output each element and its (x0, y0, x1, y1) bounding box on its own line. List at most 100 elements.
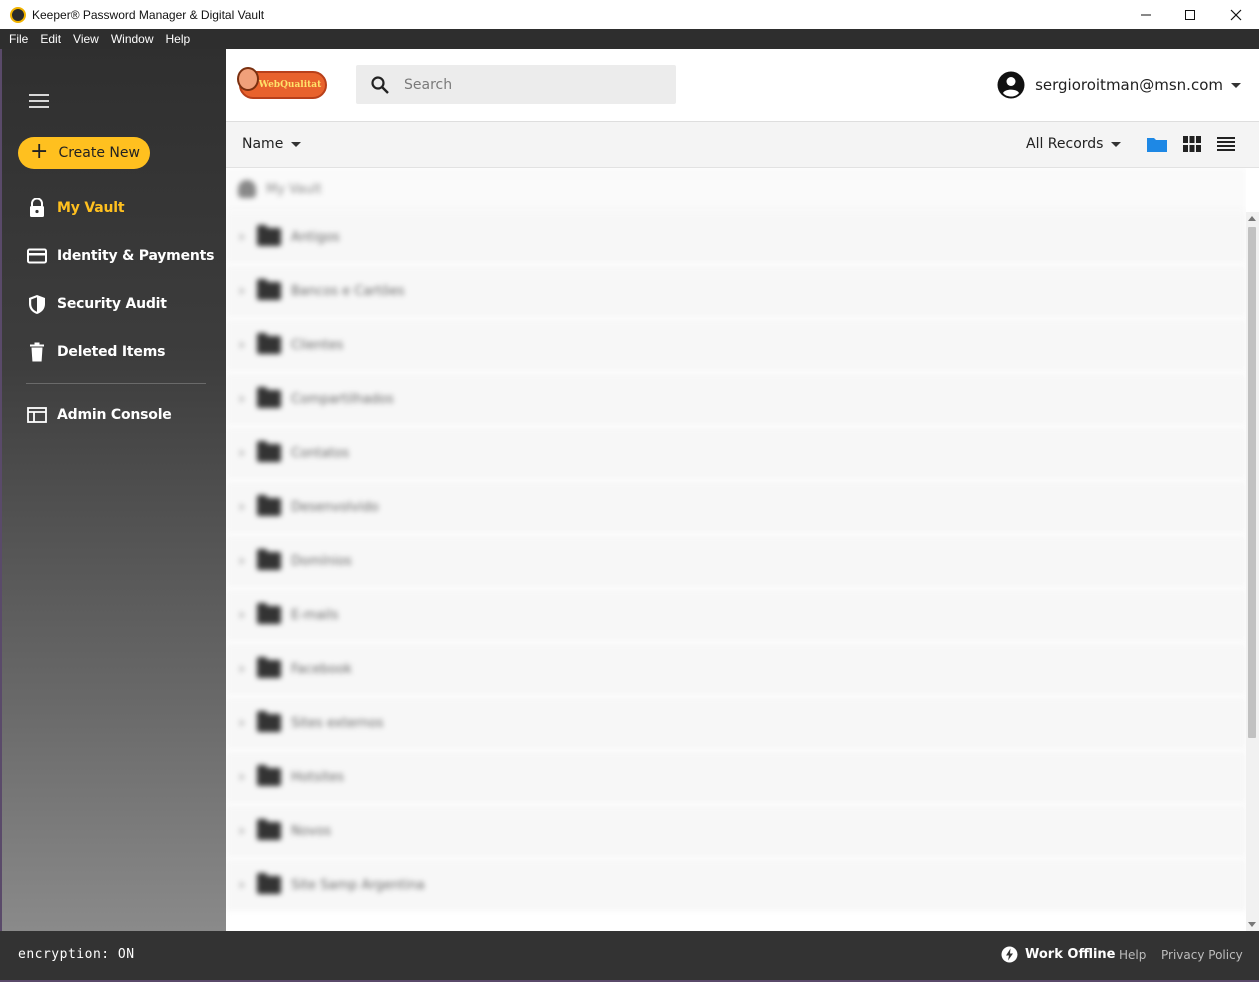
sidebar-item-identity-payments[interactable]: Identity & Payments (26, 243, 214, 269)
work-offline-button[interactable]: Work Offline (1001, 946, 1115, 963)
folder-row[interactable]: Bancos e Cartões (226, 265, 1246, 319)
search-box (356, 65, 676, 104)
expand-arrow-icon[interactable] (240, 719, 245, 727)
folder-name: Compartilhados (291, 391, 394, 407)
shield-icon (26, 293, 48, 315)
expand-arrow-icon[interactable] (240, 503, 245, 511)
maximize-button[interactable] (1167, 0, 1213, 29)
folder-row[interactable]: Hotsites (226, 751, 1246, 805)
expand-arrow-icon[interactable] (240, 287, 245, 295)
console-icon (26, 404, 48, 426)
footer-help-link[interactable]: Help (1119, 948, 1146, 962)
folder-row[interactable]: E-mails (226, 589, 1246, 643)
sidebar-item-deleted-items[interactable]: Deleted Items (26, 339, 165, 365)
folder-view-button[interactable] (1146, 134, 1168, 154)
folder-name: Bancos e Cartões (291, 283, 405, 299)
list-view-button[interactable] (1215, 134, 1237, 154)
sidebar: + Create New My Vault Identity & Payment… (0, 49, 226, 931)
scroll-down-icon[interactable] (1248, 922, 1256, 927)
vault-root-row[interactable]: My Vault (226, 168, 1246, 211)
expand-arrow-icon[interactable] (240, 665, 245, 673)
create-new-label: Create New (58, 145, 140, 161)
folder-icon (257, 549, 281, 570)
hamburger-menu-icon[interactable] (29, 94, 49, 108)
scroll-up-icon[interactable] (1248, 216, 1256, 221)
sidebar-item-my-vault[interactable]: My Vault (26, 195, 125, 221)
folder-row[interactable]: Compartilhados (226, 373, 1246, 427)
folder-row[interactable]: Clientes (226, 319, 1246, 373)
folder-row[interactable]: Desenvolvido (226, 481, 1246, 535)
close-button[interactable] (1213, 0, 1259, 29)
folder-name: Antigos (291, 229, 340, 245)
folder-name: Domínios (291, 553, 352, 569)
expand-arrow-icon[interactable] (240, 881, 245, 889)
folder-icon (257, 333, 281, 354)
folder-row[interactable]: Domínios (226, 535, 1246, 589)
folder-row[interactable]: Antigos (226, 211, 1246, 265)
expand-arrow-icon[interactable] (240, 773, 245, 781)
sidebar-item-security-audit[interactable]: Security Audit (26, 291, 167, 317)
grid-view-button[interactable] (1181, 134, 1203, 154)
search-input[interactable] (404, 76, 644, 93)
folder-name: Clientes (291, 337, 344, 353)
logo-mascot-icon (237, 67, 259, 91)
list-view-icon (1217, 137, 1235, 151)
menu-edit[interactable]: Edit (34, 32, 67, 46)
scrollbar-thumb[interactable] (1248, 227, 1256, 738)
account-menu[interactable]: sergioroitman@msn.com (997, 71, 1241, 99)
sidebar-item-label: My Vault (57, 200, 125, 216)
folder-icon (257, 279, 281, 300)
menu-file[interactable]: File (3, 32, 34, 46)
footer: encryption: ON Work Offline Help Privacy… (0, 931, 1259, 982)
expand-arrow-icon[interactable] (240, 395, 245, 403)
folder-icon (257, 657, 281, 678)
folder-row[interactable]: Novos (226, 805, 1246, 859)
sort-dropdown[interactable]: Name (242, 136, 302, 152)
create-new-button[interactable]: + Create New (18, 137, 150, 169)
credit-card-icon (26, 245, 48, 267)
minimize-button[interactable] (1123, 0, 1169, 29)
expand-arrow-icon[interactable] (240, 341, 245, 349)
menu-help[interactable]: Help (160, 32, 197, 46)
menu-view[interactable]: View (67, 32, 105, 46)
account-avatar-icon (997, 71, 1025, 99)
sidebar-item-admin-console[interactable]: Admin Console (26, 402, 172, 428)
filter-label: All Records (1026, 136, 1104, 152)
vault-scrollbar[interactable] (1246, 212, 1259, 931)
folder-icon (257, 387, 281, 408)
folder-name: Site Samp Argentina (291, 877, 425, 893)
footer-privacy-link[interactable]: Privacy Policy (1161, 948, 1243, 962)
maximize-icon (1185, 9, 1195, 20)
vault-root-label: My Vault (266, 181, 322, 197)
folder-icon (257, 225, 281, 246)
folder-icon (257, 495, 281, 516)
account-email: sergioroitman@msn.com (1035, 76, 1223, 94)
expand-arrow-icon[interactable] (240, 449, 245, 457)
folder-name: E-mails (291, 607, 339, 623)
expand-arrow-icon[interactable] (240, 611, 245, 619)
folder-row[interactable]: Sites externos (226, 697, 1246, 751)
chevron-down-icon (291, 141, 302, 147)
folder-name: Facebook (291, 661, 353, 677)
chevron-down-icon (1231, 82, 1241, 88)
folder-row[interactable]: Contatos (226, 427, 1246, 481)
vault-root-icon (238, 180, 256, 198)
lightning-icon (1001, 946, 1018, 963)
folder-name: Contatos (291, 445, 350, 461)
folder-row[interactable]: Facebook (226, 643, 1246, 697)
folder-icon (257, 765, 281, 786)
folder-icon (257, 441, 281, 462)
folder-name: Novos (291, 823, 332, 839)
expand-arrow-icon[interactable] (240, 233, 245, 241)
records-filter-dropdown[interactable]: All Records (1026, 136, 1122, 152)
expand-arrow-icon[interactable] (240, 827, 245, 835)
logo-text: WebQualitat (258, 80, 322, 90)
folder-icon (257, 603, 281, 624)
window-title: Keeper® Password Manager & Digital Vault (32, 7, 265, 22)
sort-label: Name (242, 136, 284, 152)
encryption-status: encryption: ON (18, 947, 135, 962)
chevron-down-icon (1111, 141, 1122, 147)
folder-row[interactable]: Site Samp Argentina (226, 859, 1246, 913)
expand-arrow-icon[interactable] (240, 557, 245, 565)
menu-window[interactable]: Window (105, 32, 160, 46)
